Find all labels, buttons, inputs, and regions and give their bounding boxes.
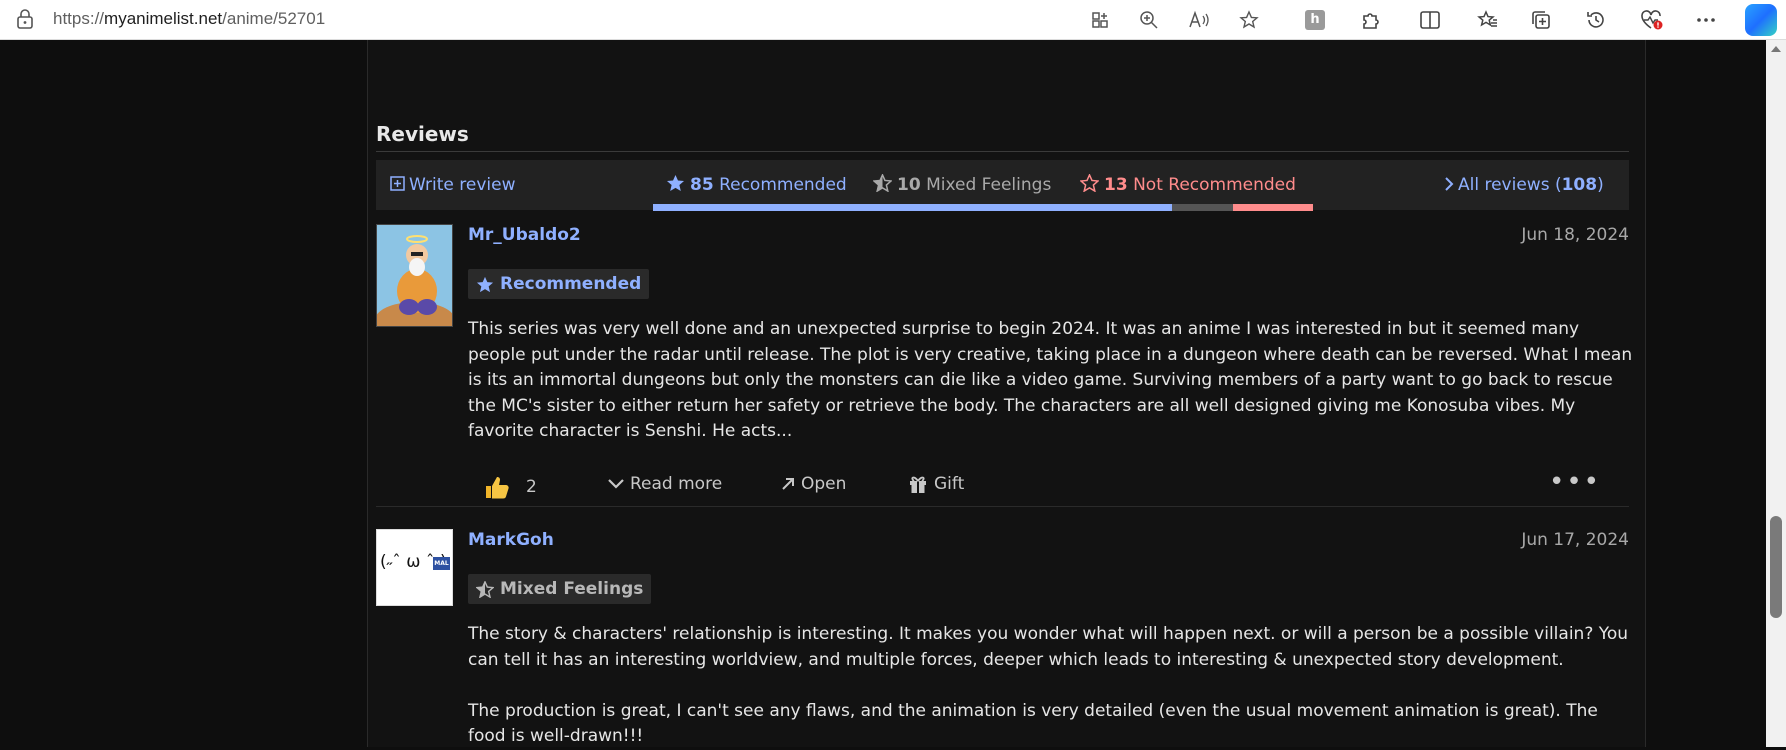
all-reviews-label: All reviews ( <box>1458 175 1562 195</box>
extension-h-icon[interactable]: h <box>1301 6 1329 34</box>
favorite-star-icon[interactable] <box>1235 6 1263 34</box>
thumbs-up-icon <box>486 477 509 499</box>
gift-button[interactable]: Gift <box>908 474 964 494</box>
performance-heart-icon[interactable] <box>1638 6 1666 34</box>
url-path: /anime/52701 <box>222 9 326 28</box>
collections-icon[interactable] <box>1527 6 1555 34</box>
read-more-button[interactable]: Read more <box>608 474 722 494</box>
not-recommended-count: 13 <box>1104 175 1128 195</box>
star-half-icon <box>872 173 893 193</box>
review-tag-label: Mixed Feelings <box>500 579 644 599</box>
recommended-ratio-bar <box>653 204 1172 211</box>
favorites-icon[interactable] <box>1474 6 1502 34</box>
review-body: The story & characters' relationship is … <box>468 622 1633 750</box>
arrow-up-right-icon <box>782 478 794 490</box>
review-username[interactable]: MarkGoh <box>468 530 554 550</box>
star-outline-icon <box>1079 173 1100 193</box>
open-label: Open <box>801 474 847 494</box>
copilot-icon[interactable] <box>1745 4 1777 36</box>
write-review-label: Write review <box>409 175 516 195</box>
avatar[interactable]: (˶ˆ ω ˆ˶) MAL <box>376 529 453 606</box>
open-button[interactable]: Open <box>781 474 846 494</box>
mixed-label: Mixed Feelings <box>926 175 1052 195</box>
recommended-count: 85 <box>690 175 714 195</box>
scroll-up-arrow-icon[interactable] <box>1771 46 1781 52</box>
review-tag-mixed: Mixed Feelings <box>468 574 652 604</box>
mixed-count: 10 <box>897 175 921 195</box>
read-aloud-icon[interactable] <box>1185 6 1213 34</box>
zoom-icon[interactable] <box>1135 6 1163 34</box>
filter-mixed-feelings[interactable]: 10 Mixed Feelings <box>872 173 1052 196</box>
split-screen-icon[interactable] <box>1416 6 1444 34</box>
read-more-label: Read more <box>630 474 723 494</box>
star-filled-icon <box>666 174 685 192</box>
filter-not-recommended[interactable]: 13 Not Recommended <box>1079 173 1296 196</box>
extensions-puzzle-icon[interactable] <box>1357 6 1385 34</box>
history-icon[interactable] <box>1582 6 1610 34</box>
app-available-icon[interactable] <box>1086 6 1114 34</box>
gift-icon <box>910 476 926 493</box>
review-paragraph: This series was very well done and an un… <box>468 319 1633 442</box>
reviews-filter-bar: Write review 85 Recommended 10 Mixed Fee… <box>376 160 1629 211</box>
url-prefix: https:// <box>53 9 105 28</box>
not-recommended-ratio-bar <box>1233 204 1313 211</box>
reviews-divider <box>376 151 1629 152</box>
lock-icon[interactable] <box>16 9 34 29</box>
page-scrollbar[interactable] <box>1766 40 1786 747</box>
avatar[interactable] <box>376 224 453 327</box>
more-options-icon[interactable]: ••• <box>1549 469 1601 495</box>
review-actions: 2 Read more Open Gift ••• <box>468 468 1633 502</box>
filter-recommended[interactable]: 85 Recommended <box>666 174 847 196</box>
like-button[interactable]: 2 <box>484 474 537 500</box>
review-date: Jun 18, 2024 <box>1521 225 1629 245</box>
review-username[interactable]: Mr_Ubaldo2 <box>468 225 581 245</box>
star-filled-icon <box>476 276 494 292</box>
all-reviews-count: 108 <box>1561 175 1598 195</box>
address-bar[interactable]: https://myanimelist.net/anime/52701 <box>53 7 325 31</box>
review-date: Jun 17, 2024 <box>1521 530 1629 550</box>
write-review-link[interactable]: Write review <box>390 174 516 196</box>
recommended-label: Recommended <box>719 175 847 195</box>
review-paragraph: The production is great, I can't see any… <box>468 700 1598 747</box>
like-count: 2 <box>526 477 537 497</box>
mal-badge: MAL <box>433 557 450 570</box>
review-divider <box>376 506 1629 507</box>
chevron-right-icon <box>1445 177 1454 191</box>
url-host: myanimelist.net <box>104 9 223 28</box>
plus-square-icon <box>390 176 405 191</box>
review-tag-recommended: Recommended <box>468 269 650 299</box>
review-tag-label: Recommended <box>500 274 642 294</box>
review-body: This series was very well done and an un… <box>468 317 1633 445</box>
gift-label: Gift <box>934 474 965 494</box>
star-half-icon <box>476 580 494 598</box>
more-menu-icon[interactable] <box>1692 6 1720 34</box>
review-paragraph: The story & characters' relationship is … <box>468 624 1629 670</box>
not-recommended-label: Not Recommended <box>1133 175 1296 195</box>
chevron-down-icon <box>608 479 624 489</box>
scrollbar-thumb[interactable] <box>1770 516 1782 618</box>
reviews-heading: Reviews <box>376 122 469 146</box>
browser-toolbar: https://myanimelist.net/anime/52701 h <box>0 0 1786 40</box>
avatar-image <box>377 225 452 326</box>
mixed-ratio-bar <box>1172 204 1233 211</box>
all-reviews-close: ) <box>1597 175 1604 195</box>
all-reviews-link[interactable]: All reviews (108) <box>1444 174 1604 196</box>
